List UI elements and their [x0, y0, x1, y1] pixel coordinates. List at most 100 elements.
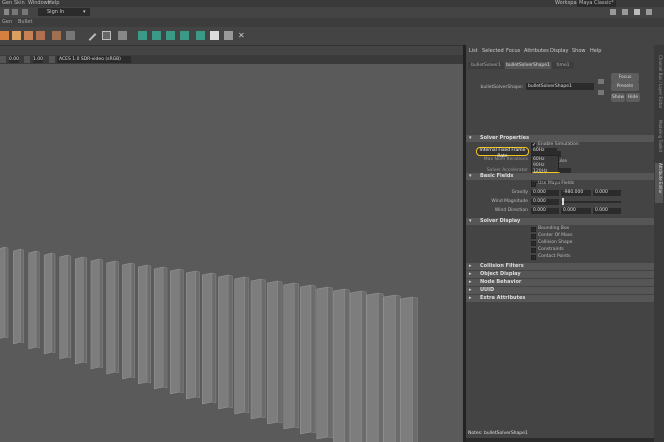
dice-icon[interactable] — [210, 31, 219, 40]
delete-icon[interactable]: ✕ — [238, 31, 247, 40]
domino-front[interactable] — [43, 252, 53, 355]
bullet-rigid-icon[interactable] — [0, 31, 9, 40]
pause-icon[interactable] — [12, 9, 18, 15]
fracture-icon[interactable] — [166, 31, 175, 40]
ae-menu-help[interactable]: Help — [590, 47, 601, 56]
domino-side[interactable] — [67, 254, 72, 359]
tab-bullet-solver[interactable]: bulletSolver1 — [468, 62, 504, 69]
domino-front[interactable] — [349, 290, 362, 442]
domino-front[interactable] — [169, 268, 180, 395]
solver-accelerator-select[interactable]: None — [531, 168, 571, 174]
sign-in-select[interactable]: Sign In ▾ — [38, 8, 90, 16]
domino-front[interactable] — [0, 246, 6, 339]
domino-side[interactable] — [20, 248, 24, 344]
focus-button[interactable]: Focus — [611, 73, 639, 82]
hide-button[interactable]: Hide — [626, 93, 640, 102]
menu-skin[interactable]: Skin — [14, 0, 25, 7]
layout-icon[interactable] — [610, 9, 616, 15]
domino-front[interactable] — [106, 260, 116, 375]
domino-side[interactable] — [179, 268, 184, 394]
grid-tool-icon[interactable] — [102, 31, 111, 40]
domino-front[interactable] — [267, 280, 278, 425]
domino-front[interactable] — [138, 264, 148, 385]
domino-front[interactable] — [202, 272, 213, 405]
ae-menu-focus[interactable]: Focus — [506, 47, 520, 56]
ae-menu-display[interactable]: Display — [550, 47, 568, 56]
gear-icon[interactable] — [634, 9, 640, 15]
domino-front[interactable] — [383, 294, 396, 442]
shatter-icon[interactable] — [138, 31, 147, 40]
domino-front[interactable] — [316, 286, 329, 440]
ae-menu-selected[interactable]: Selected — [482, 47, 504, 56]
color-mgmt-icon[interactable] — [49, 56, 55, 63]
tab-modeling-toolkit[interactable]: Modeling Toolkit — [655, 120, 663, 160]
panel-icon[interactable] — [622, 9, 628, 15]
domino-front[interactable] — [75, 256, 84, 365]
ae-menu-list[interactable]: List — [469, 47, 478, 56]
gamma-icon[interactable] — [24, 56, 30, 63]
domino-side[interactable] — [130, 262, 135, 379]
domino-front[interactable] — [13, 248, 21, 345]
exposure-field[interactable]: 0.00 — [9, 56, 19, 63]
domino-side[interactable] — [51, 252, 56, 354]
ae-menu-attributes[interactable]: Attributes — [524, 47, 549, 56]
domino-front[interactable] — [153, 266, 164, 390]
domino-front[interactable] — [234, 276, 245, 415]
tab-bullet-solver-shape[interactable]: bulletSolverShape1 — [505, 62, 551, 69]
domino-side[interactable] — [294, 282, 300, 429]
domino-front[interactable] — [333, 288, 345, 442]
tab-channel-box[interactable]: Channel Box / Layer Editor — [655, 55, 663, 115]
output-conn-icon[interactable] — [598, 90, 604, 95]
domino-front[interactable] — [185, 270, 196, 400]
domino-side[interactable] — [412, 296, 418, 442]
domino-side[interactable] — [4, 246, 9, 339]
bullet-ragdoll-icon[interactable] — [36, 31, 45, 40]
split-icon[interactable] — [118, 31, 127, 40]
settings-icon[interactable] — [646, 9, 652, 15]
input-conn-icon[interactable] — [598, 79, 604, 84]
menu-help[interactable]: Help — [48, 0, 59, 7]
line-tool-icon[interactable] — [88, 33, 97, 41]
domino-side[interactable] — [310, 284, 316, 434]
bullet-glue-icon[interactable] — [66, 31, 75, 40]
domino-front[interactable] — [366, 292, 379, 442]
bullet-cloth-icon[interactable] — [52, 31, 61, 40]
domino-side[interactable] — [327, 286, 333, 439]
workspace-select[interactable]: Maya Classic* — [577, 0, 616, 7]
enable-simulation-checkbox[interactable] — [531, 142, 536, 148]
bullet-constraint-icon[interactable] — [24, 31, 33, 40]
domino-side[interactable] — [146, 264, 152, 384]
domino-side[interactable] — [83, 256, 87, 364]
domino-side[interactable] — [277, 280, 283, 424]
voronoi-icon[interactable] — [196, 31, 205, 40]
presets-button[interactable]: Presets — [611, 82, 639, 91]
domino-front[interactable] — [218, 274, 229, 410]
domino-side[interactable] — [228, 274, 233, 409]
color-space-select[interactable]: ACES 1.0 SDR-video (sRGB) — [57, 56, 131, 63]
domino-side[interactable] — [162, 266, 168, 389]
domino-side[interactable] — [98, 258, 103, 369]
domino-side[interactable] — [395, 294, 401, 442]
domino-side[interactable] — [260, 278, 266, 419]
tab-time[interactable]: time1 — [552, 62, 574, 69]
section-solver-properties[interactable]: ▾ Solver Properties — [466, 135, 654, 142]
tab-bullet[interactable]: Bullet — [18, 18, 32, 27]
domino-front[interactable] — [250, 278, 262, 420]
domino-front[interactable] — [122, 262, 132, 380]
domino-side[interactable] — [361, 290, 367, 442]
gamma-field[interactable]: 1.00 — [33, 56, 43, 63]
show-button[interactable]: Show — [611, 93, 625, 102]
tab-gen[interactable]: Gen — [2, 18, 12, 27]
domino-front[interactable] — [400, 296, 413, 442]
split-impulse-checkbox[interactable] — [531, 160, 536, 165]
start-time-field[interactable]: 1 — [531, 151, 561, 157]
domino-front[interactable] — [90, 258, 100, 370]
explode-icon[interactable] — [224, 31, 233, 40]
crack-icon[interactable] — [180, 31, 189, 40]
domino-side[interactable] — [244, 276, 250, 414]
node-name-field[interactable]: bulletSolverShape1 — [526, 83, 594, 90]
domino-side[interactable] — [35, 250, 40, 349]
cut-icon[interactable] — [152, 31, 161, 40]
options-icon[interactable] — [22, 9, 28, 15]
domino-front[interactable] — [283, 282, 295, 430]
